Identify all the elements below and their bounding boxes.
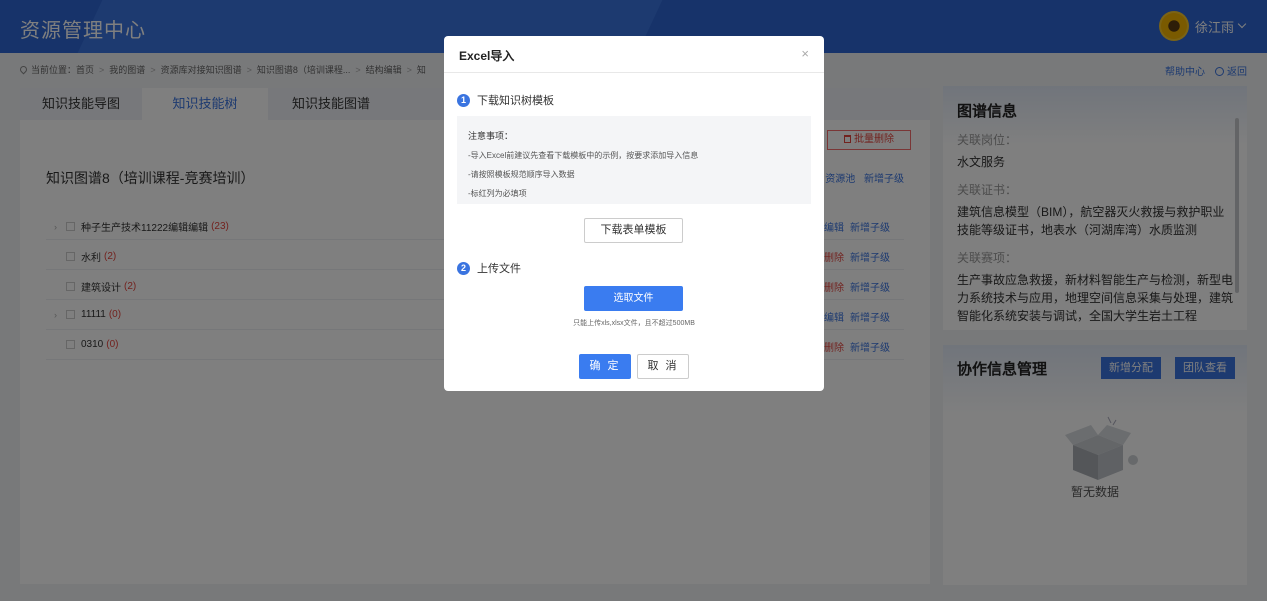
- close-icon[interactable]: ×: [801, 46, 809, 61]
- step-number: 1: [457, 93, 470, 107]
- notes-title: 注意事项：: [468, 131, 514, 141]
- excel-import-dialog: Excel导入 × 1 下载知识树模板 注意事项： -导入Excel前建议先查看…: [444, 36, 824, 391]
- step-download: 1 下载知识树模板: [457, 92, 554, 108]
- step-label: 上传文件: [477, 263, 521, 275]
- step-upload: 2 上传文件: [457, 260, 521, 276]
- dialog-title: Excel导入: [459, 49, 515, 63]
- download-template-button[interactable]: 下载表单模板: [584, 218, 683, 243]
- note-item: -标红列为必填项: [468, 189, 527, 198]
- step-number: 2: [457, 261, 470, 275]
- note-item: -导入Excel前建议先查看下载模板中的示例，按要求添加导入信息: [468, 151, 699, 160]
- cancel-button[interactable]: 取 消: [637, 354, 689, 379]
- step-label: 下载知识树模板: [477, 95, 554, 107]
- upload-hint: 只能上传xls,xlsx文件，且不超过500MB: [573, 320, 695, 327]
- select-file-button[interactable]: 选取文件: [584, 286, 683, 311]
- note-item: -请按照模板规范顺序导入数据: [468, 170, 575, 179]
- notes-box: 注意事项： -导入Excel前建议先查看下载模板中的示例，按要求添加导入信息 -…: [457, 116, 811, 204]
- divider: [444, 72, 824, 73]
- confirm-button[interactable]: 确 定: [579, 354, 631, 379]
